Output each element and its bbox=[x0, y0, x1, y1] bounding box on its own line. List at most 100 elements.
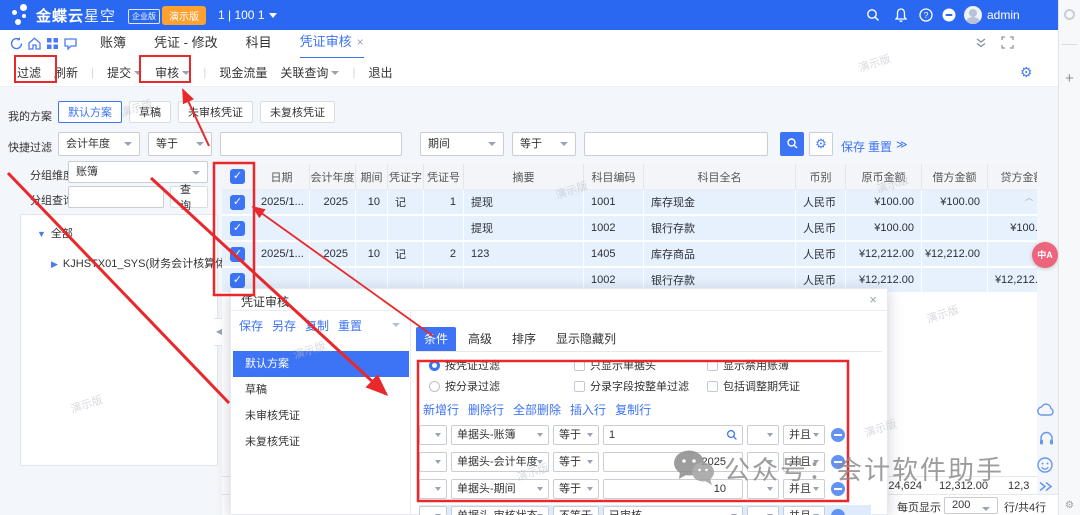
row-prefix-select[interactable] bbox=[419, 425, 447, 445]
quick-filter-value-2-input[interactable] bbox=[584, 132, 768, 156]
user-avatar[interactable] bbox=[964, 6, 982, 24]
headset-icon[interactable] bbox=[1038, 430, 1055, 447]
field-select[interactable]: 单据头-期间 bbox=[451, 479, 549, 499]
dialog-plan-draft[interactable]: 草稿 bbox=[233, 377, 409, 403]
quick-filter-field-2-select[interactable]: 期间 bbox=[420, 132, 504, 156]
tab-voucher-audit[interactable]: 凭证审核× bbox=[300, 29, 364, 59]
search-icon[interactable] bbox=[726, 429, 738, 441]
dialog-tab-sort[interactable]: 排序 bbox=[504, 327, 544, 351]
home-icon[interactable] bbox=[27, 36, 42, 51]
dialog-tab-show-hide-columns[interactable]: 显示隐藏列 bbox=[548, 327, 624, 351]
plan-button-default-plan[interactable]: 默认方案 bbox=[58, 101, 122, 123]
plan-button-unaudited-vouchers[interactable]: 未审核凭证 bbox=[178, 101, 253, 123]
option-show-disabled-ledgers[interactable]: 显示禁用账簿 bbox=[707, 357, 789, 373]
sidebar-settings-icon[interactable]: ⚙ bbox=[1065, 500, 1074, 511]
row-checkbox[interactable]: ✓ bbox=[230, 273, 245, 288]
apps-grid-icon[interactable] bbox=[45, 36, 60, 51]
smiley-icon[interactable] bbox=[1036, 456, 1054, 474]
toolbar-item-refresh[interactable]: 刷新 bbox=[54, 64, 78, 81]
quick-filter-op-1-select[interactable]: 等于 bbox=[148, 132, 212, 156]
scroll-up-icon[interactable]: ︿ bbox=[1025, 192, 1033, 203]
translate-fab-icon[interactable]: 中A bbox=[1032, 242, 1058, 268]
reset-filter-link[interactable]: 重置 bbox=[868, 138, 892, 155]
save-filter-link[interactable]: 保存 bbox=[841, 138, 865, 155]
quick-filter-field-1-select[interactable]: 会计年度 bbox=[58, 132, 140, 156]
close-icon[interactable]: × bbox=[357, 35, 364, 49]
chevron-down-icon[interactable] bbox=[392, 323, 400, 327]
option-entry-field-whole-doc[interactable]: 分录字段按整单过滤 bbox=[574, 378, 689, 394]
dialog-plan-default-plan[interactable]: 默认方案 bbox=[233, 351, 409, 377]
quick-filter-op-2-select[interactable]: 等于 bbox=[512, 132, 576, 156]
select-all-checkbox[interactable]: ✓ bbox=[230, 169, 245, 184]
group-dimension-select[interactable]: 账簿 bbox=[68, 161, 208, 183]
quick-filter-value-1-input[interactable] bbox=[220, 132, 402, 156]
logic-select[interactable]: 并且 bbox=[783, 479, 825, 499]
checkbox-icon[interactable] bbox=[574, 360, 585, 371]
plan-button-draft[interactable]: 草稿 bbox=[129, 101, 171, 123]
toolbar-item-filter[interactable]: 过滤 bbox=[17, 64, 41, 81]
row-suffix-select[interactable] bbox=[747, 479, 779, 499]
logic-select[interactable]: 并且 bbox=[783, 506, 825, 515]
toolbar-item-submit[interactable]: 提交 bbox=[107, 64, 142, 81]
help-icon[interactable]: ? bbox=[918, 7, 934, 23]
org-switcher[interactable]: 1 | 100 1 bbox=[218, 8, 277, 22]
option-show-header-only[interactable]: 只显示单据头 bbox=[574, 357, 656, 373]
grid-action-copy-row[interactable]: 复制行 bbox=[615, 401, 651, 418]
group-query-input[interactable] bbox=[68, 186, 164, 208]
grid-action-delete-all[interactable]: 全部删除 bbox=[513, 401, 561, 418]
option-include-adjust-period[interactable]: 包括调整期凭证 bbox=[707, 378, 800, 394]
row-suffix-select[interactable] bbox=[747, 452, 779, 472]
grid-action-delete-row[interactable]: 删除行 bbox=[468, 401, 504, 418]
sidebar-circle-icon[interactable] bbox=[1064, 9, 1075, 20]
row-checkbox[interactable]: ✓ bbox=[230, 221, 245, 236]
checkbox-icon[interactable] bbox=[574, 381, 585, 392]
chevron-double-down-icon[interactable] bbox=[974, 36, 988, 50]
tree-node[interactable]: ▼全部 bbox=[37, 225, 73, 241]
grid-action-insert-row[interactable]: 插入行 bbox=[570, 401, 606, 418]
message-icon[interactable] bbox=[63, 36, 78, 51]
row-prefix-select[interactable] bbox=[419, 479, 447, 499]
search-icon[interactable] bbox=[865, 7, 881, 23]
remove-row-icon[interactable] bbox=[831, 509, 845, 515]
tree-node[interactable]: ▶KJHSTX01_SYS(财务会计核算体系) bbox=[51, 255, 241, 271]
tab-account[interactable]: 科目 bbox=[246, 30, 272, 58]
row-prefix-select[interactable] bbox=[419, 452, 447, 472]
row-checkbox[interactable]: ✓ bbox=[230, 195, 245, 210]
query-button[interactable]: 查询 bbox=[170, 186, 208, 208]
table-row[interactable]: ✓2025/1...202510记1提现1001库存现金人民币¥100.00¥1… bbox=[222, 190, 1037, 216]
remove-row-icon[interactable] bbox=[831, 482, 845, 496]
tree-expanded-icon[interactable]: ▼ bbox=[37, 229, 46, 239]
tab-ledger[interactable]: 账簿 bbox=[100, 30, 126, 58]
value-input[interactable]: 1 bbox=[603, 425, 743, 445]
dialog-tab-condition[interactable]: 条件 bbox=[416, 327, 456, 351]
notification-bell-icon[interactable] bbox=[893, 7, 909, 23]
logic-select[interactable]: 并且 bbox=[783, 425, 825, 445]
value-select[interactable]: 已审核 bbox=[603, 506, 743, 515]
row-suffix-select[interactable] bbox=[747, 425, 779, 445]
row-checkbox[interactable]: ✓ bbox=[230, 247, 245, 262]
expand-more-icon[interactable] bbox=[1038, 480, 1054, 493]
tree-collapsed-icon[interactable]: ▶ bbox=[51, 259, 58, 269]
operator-select[interactable]: 等于 bbox=[553, 479, 599, 499]
dialog-action-reset[interactable]: 重置 bbox=[338, 317, 362, 334]
value-input[interactable]: 10 bbox=[603, 479, 743, 499]
condition-row[interactable]: 单据头-审核状态不等于已审核 并且 bbox=[419, 505, 871, 515]
value-input[interactable]: 2025 bbox=[603, 452, 743, 472]
dialog-action-save-as[interactable]: 另存 bbox=[272, 317, 296, 334]
row-suffix-select[interactable] bbox=[747, 506, 779, 515]
option-filter-by-voucher[interactable]: 按凭证过滤 bbox=[429, 357, 500, 373]
tab-voucher-edit[interactable]: 凭证 - 修改 bbox=[154, 30, 218, 58]
operator-select[interactable]: 不等于 bbox=[553, 506, 599, 515]
search-button[interactable] bbox=[780, 132, 804, 156]
do-not-disturb-icon[interactable] bbox=[941, 7, 957, 23]
condition-row[interactable]: 单据头-期间等于10 并且 bbox=[419, 478, 871, 502]
field-select[interactable]: 单据头-审核状态 bbox=[451, 506, 549, 515]
close-icon[interactable]: × bbox=[869, 292, 877, 307]
operator-select[interactable]: 等于 bbox=[553, 425, 599, 445]
row-prefix-select[interactable] bbox=[419, 506, 447, 515]
filter-settings-gear-icon[interactable]: ⚙ bbox=[809, 132, 833, 156]
dialog-action-copy[interactable]: 复制 bbox=[305, 317, 329, 334]
operator-select[interactable]: 等于 bbox=[553, 452, 599, 472]
toolbar-settings-gear-icon[interactable]: ⚙ bbox=[1020, 64, 1033, 81]
condition-row[interactable]: 单据头-会计年度等于2025并且 bbox=[419, 451, 871, 475]
